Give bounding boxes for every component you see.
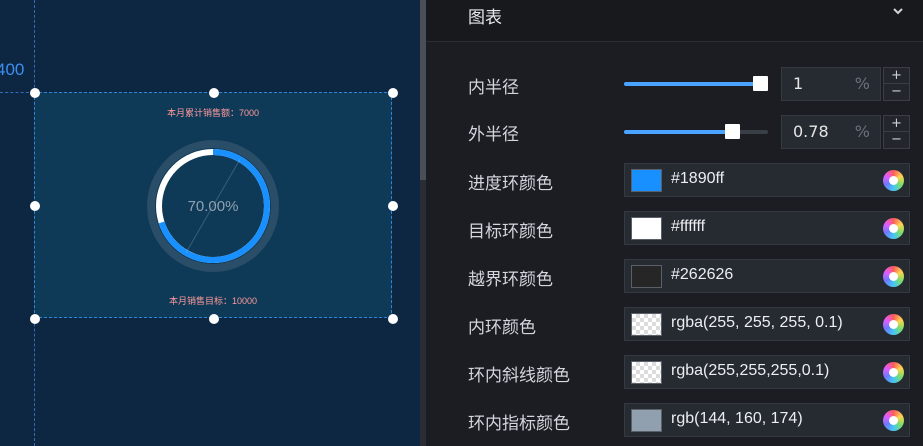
ruler-coordinate-label: 400 xyxy=(0,60,25,79)
color-swatch[interactable] xyxy=(631,409,662,432)
resize-handle-bottom-right[interactable] xyxy=(388,314,398,324)
inner-radius-input[interactable]: 1 % xyxy=(781,67,881,101)
center-percentage: 70.00% xyxy=(188,198,239,215)
outer-radius-label: 外半径 xyxy=(468,125,519,145)
color-swatch[interactable] xyxy=(631,313,662,336)
resize-handle-top-right[interactable] xyxy=(388,88,398,98)
resize-handle-top-left[interactable] xyxy=(30,88,40,98)
inner-ring-color-label: 内环颜色 xyxy=(468,318,536,338)
resize-handle-right[interactable] xyxy=(388,201,398,211)
color-picker-icon[interactable] xyxy=(883,314,904,335)
inner-radius-label: 内半径 xyxy=(468,78,519,98)
color-picker-icon[interactable] xyxy=(883,170,904,191)
outer-radius-unit: % xyxy=(854,122,870,141)
progress-ring-color-field[interactable]: #1890ff xyxy=(624,163,910,197)
ring-indicator-color-field[interactable]: rgb(144, 160, 174) xyxy=(624,403,910,437)
outer-radius-input[interactable]: 0.78 % xyxy=(781,115,881,149)
target-ring-color-label: 目标环颜色 xyxy=(468,222,553,242)
outer-radius-slider-fill xyxy=(624,130,733,134)
color-swatch[interactable] xyxy=(631,217,662,240)
resize-handle-left[interactable] xyxy=(30,201,40,211)
ring-diagonal-color-label: 环内斜线颜色 xyxy=(468,366,570,386)
resize-handle-top[interactable] xyxy=(209,88,219,98)
outer-radius-stepper[interactable]: + − xyxy=(883,115,910,149)
color-picker-icon[interactable] xyxy=(883,362,904,383)
overflow-ring-color-label: 越界环颜色 xyxy=(468,270,553,290)
color-picker-icon[interactable] xyxy=(883,410,904,431)
color-value[interactable]: rgb(144, 160, 174) xyxy=(671,410,803,428)
outer-radius-decrement-button[interactable]: − xyxy=(884,132,909,148)
section-title: 图表 xyxy=(468,8,502,28)
ring-diagonal-color-field[interactable]: rgba(255,255,255,0.1) xyxy=(624,355,910,389)
progress-ring-chart: 70.00% xyxy=(147,140,279,272)
inner-radius-unit: % xyxy=(854,74,870,93)
horizontal-guide-line xyxy=(0,92,34,93)
color-swatch[interactable] xyxy=(631,361,662,384)
outer-radius-value[interactable]: 0.78 xyxy=(793,122,829,141)
progress-ring-widget[interactable]: 70.00% 本月累计销售额：7000 本月销售目标：10000 xyxy=(30,88,398,324)
ring-indicator-color-label: 环内指标颜色 xyxy=(468,414,570,434)
properties-panel: 图表 内半径 1 % + − 外半径 0.78 % + − 进度环颜色 #189… xyxy=(426,0,923,446)
outer-radius-slider-knob[interactable] xyxy=(725,124,740,139)
target-ring-color-field[interactable]: #ffffff xyxy=(624,211,910,245)
inner-radius-value[interactable]: 1 xyxy=(793,74,803,93)
inner-radius-increment-button[interactable]: + xyxy=(884,68,909,84)
inner-radius-slider[interactable] xyxy=(624,76,768,91)
color-value[interactable]: #1890ff xyxy=(671,170,724,188)
overflow-ring-color-field[interactable]: #262626 xyxy=(624,259,910,293)
progress-ring-color-label: 进度环颜色 xyxy=(468,174,553,194)
color-swatch[interactable] xyxy=(631,169,662,192)
color-picker-icon[interactable] xyxy=(883,218,904,239)
chart-section-header[interactable]: 图表 xyxy=(426,0,923,42)
color-value[interactable]: #ffffff xyxy=(671,218,705,236)
outer-radius-increment-button[interactable]: + xyxy=(884,116,909,132)
inner-ring-color-field[interactable]: rgba(255, 255, 255, 0.1) xyxy=(624,307,910,341)
resize-handle-bottom[interactable] xyxy=(209,314,219,324)
outer-radius-slider[interactable] xyxy=(624,124,768,139)
color-swatch[interactable] xyxy=(631,265,662,288)
editor-canvas[interactable]: 400 70.00% 本月累计销售额：7000 本月销售目标：10000 xyxy=(0,0,420,446)
color-picker-icon[interactable] xyxy=(883,266,904,287)
color-value[interactable]: rgba(255,255,255,0.1) xyxy=(671,362,829,380)
resize-handle-bottom-left[interactable] xyxy=(30,314,40,324)
color-value[interactable]: rgba(255, 255, 255, 0.1) xyxy=(671,314,843,332)
inner-radius-stepper[interactable]: + − xyxy=(883,67,910,101)
inner-radius-slider-fill xyxy=(624,82,761,86)
chevron-down-icon[interactable] xyxy=(891,4,905,18)
sales-target-label: 本月销售目标：10000 xyxy=(168,296,258,306)
cumulative-sales-label: 本月累计销售额：7000 xyxy=(166,108,260,118)
color-value[interactable]: #262626 xyxy=(671,266,733,284)
inner-radius-slider-knob[interactable] xyxy=(753,76,768,91)
inner-radius-decrement-button[interactable]: − xyxy=(884,84,909,100)
